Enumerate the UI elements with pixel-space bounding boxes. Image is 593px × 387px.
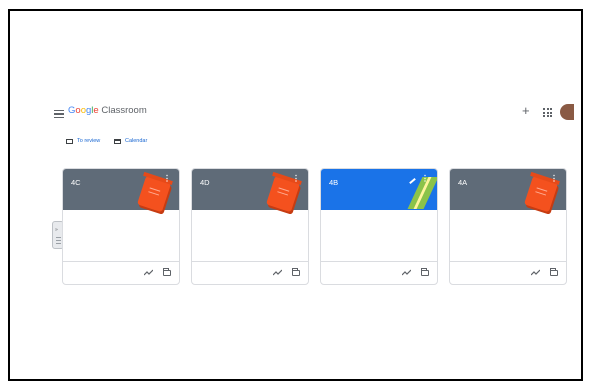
card-header[interactable]: 4D ⋮ [192,169,308,213]
card-footer [63,261,179,284]
grip-line [56,237,61,238]
calendar-icon [114,138,121,144]
calendar-link[interactable]: Calendar [114,138,147,144]
class-title[interactable]: 4C [71,178,81,187]
folder-icon[interactable] [292,268,300,276]
grip-line [56,243,61,244]
more-vert-icon[interactable]: ⋮ [163,175,171,183]
menu-icon[interactable] [54,110,64,119]
card-footer [450,261,566,284]
brand-google: Google [68,105,99,116]
trend-icon[interactable] [402,269,411,276]
brand-letter: e [93,105,99,116]
grip-line [56,240,61,241]
card-footer [321,261,437,284]
folder-icon[interactable] [421,268,429,276]
more-vert-icon[interactable]: ⋮ [292,175,300,183]
folder-icon[interactable] [550,268,558,276]
folder-icon[interactable] [163,268,171,276]
to-review-link[interactable]: To review [66,138,100,144]
class-title[interactable]: 4A [458,178,467,187]
trend-icon[interactable] [273,269,282,276]
card-header[interactable]: 4A ⋮ [450,169,566,213]
apps-grid-icon[interactable] [543,108,552,117]
card-header[interactable]: 4C ⋮ [63,169,179,213]
app-logo[interactable]: Google Classroom [68,105,147,116]
class-title[interactable]: 4B [329,178,338,187]
card-footer [192,261,308,284]
plus-icon[interactable]: + [522,103,530,118]
calendar-label: Calendar [125,138,148,144]
trend-icon[interactable] [144,269,153,276]
class-card[interactable]: 4D ⋮ [191,168,309,285]
class-title[interactable]: 4D [200,178,210,187]
trend-icon[interactable] [531,269,540,276]
more-vert-icon[interactable]: ⋮ [421,175,429,183]
pencil-icon [409,177,416,185]
class-card[interactable]: 4A ⋮ [449,168,567,285]
avatar[interactable] [560,104,574,120]
review-icon [66,138,73,144]
side-arrow-icon: » [55,227,58,233]
class-card[interactable]: 4C ⋮ [62,168,180,285]
card-header[interactable]: 4B ⋮ [321,169,437,210]
class-card[interactable]: 4B ⋮ [320,168,438,285]
brand-product: Classroom [101,105,147,116]
more-vert-icon[interactable]: ⋮ [550,175,558,183]
to-review-label: To review [77,138,101,144]
